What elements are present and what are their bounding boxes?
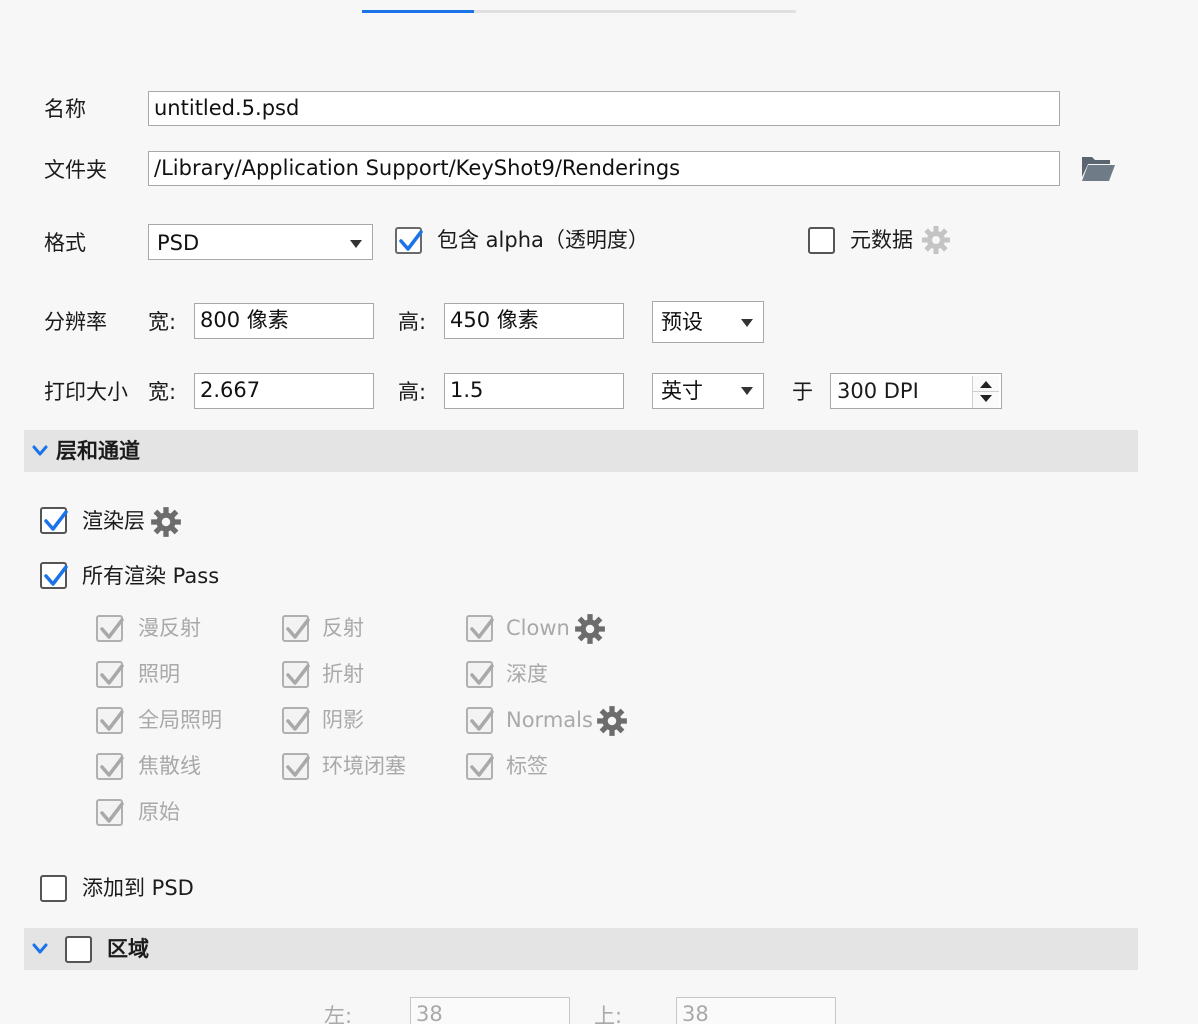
width-input[interactable]: 800 像素 (194, 303, 374, 339)
dpi-spinner[interactable]: 300 DPI (830, 373, 1002, 409)
chevron-down-icon[interactable] (32, 943, 48, 955)
tab-active-indicator[interactable] (362, 10, 474, 13)
pass-checkbox[interactable] (96, 615, 124, 642)
pass-checkbox[interactable] (282, 661, 310, 688)
pass-label-shadow: 阴影 (322, 708, 364, 732)
folder-label: 文件夹 (44, 158, 107, 182)
region-top-input[interactable]: 38 (676, 997, 836, 1024)
pass-label-normals: Normals (506, 708, 593, 732)
stepper-up-icon[interactable] (980, 381, 992, 388)
all-passes-checkbox[interactable] (40, 562, 68, 589)
pass-checkbox[interactable] (282, 615, 310, 642)
pass-label-raw: 原始 (138, 800, 180, 824)
dpi-stepper-buttons[interactable] (972, 376, 999, 408)
region-section-header[interactable]: 区域 (24, 928, 1138, 970)
metadata-gear-icon[interactable] (920, 224, 952, 256)
pass-label-depth: 深度 (506, 662, 548, 686)
width-label: 宽: (148, 310, 177, 334)
chevron-down-icon[interactable] (32, 445, 48, 457)
chevron-down-icon (350, 240, 362, 248)
unit-select-value: 英寸 (661, 379, 703, 403)
pass-label-caustics: 焦散线 (138, 754, 201, 778)
alpha-label: 包含 alpha（透明度） (437, 228, 649, 252)
pass-checkbox[interactable] (96, 707, 124, 734)
stepper-down-icon[interactable] (980, 395, 992, 402)
alpha-checkbox[interactable] (395, 227, 423, 254)
pass-checkbox[interactable] (466, 615, 494, 642)
at-label: 于 (792, 380, 813, 404)
preset-label: 预设 (661, 310, 703, 334)
metadata-checkbox[interactable] (808, 227, 835, 254)
metadata-label: 元数据 (850, 228, 913, 252)
pass-label-labels: 标签 (506, 754, 548, 778)
pass-checkbox[interactable] (282, 753, 310, 780)
format-select[interactable]: PSD (148, 224, 373, 260)
preset-dropdown[interactable]: 预设 (652, 301, 764, 343)
pass-checkbox[interactable] (282, 707, 310, 734)
height-label: 高: (398, 310, 427, 334)
render-layers-checkbox[interactable] (40, 507, 68, 534)
resolution-label: 分辨率 (44, 310, 107, 334)
print-width-label: 宽: (148, 380, 177, 404)
print-height-input[interactable]: 1.5 (444, 373, 624, 409)
pass-label-diffuse: 漫反射 (138, 616, 201, 640)
format-select-value: PSD (157, 231, 200, 255)
region-checkbox[interactable] (65, 936, 92, 963)
folder-input[interactable]: /Library/Application Support/KeyShot9/Re… (148, 151, 1060, 186)
pass-checkbox[interactable] (96, 753, 124, 780)
format-label: 格式 (44, 231, 86, 255)
add-to-psd-checkbox[interactable] (40, 875, 67, 902)
normals-gear-icon[interactable] (595, 704, 629, 738)
region-section-title: 区域 (107, 937, 149, 961)
pass-label-global-illumination: 全局照明 (138, 708, 222, 732)
pass-label-refraction: 折射 (322, 662, 364, 686)
print-size-label: 打印大小 (44, 380, 128, 404)
print-height-label: 高: (398, 380, 427, 404)
pass-label-ambient-occlusion: 环境闭塞 (322, 754, 406, 778)
pass-label-clown: Clown (506, 616, 570, 640)
layers-section-title: 层和通道 (56, 439, 140, 463)
add-to-psd-label: 添加到 PSD (82, 876, 194, 900)
height-input[interactable]: 450 像素 (444, 303, 624, 339)
region-left-label: 左: (324, 1004, 353, 1024)
unit-select[interactable]: 英寸 (652, 373, 764, 409)
chevron-down-icon (741, 387, 753, 395)
clown-gear-icon[interactable] (573, 612, 607, 646)
pass-checkbox[interactable] (466, 753, 494, 780)
pass-checkbox[interactable] (96, 661, 124, 688)
pass-label-reflection: 反射 (322, 616, 364, 640)
chevron-down-icon (741, 319, 753, 327)
render-layers-label: 渲染层 (82, 509, 145, 533)
pass-checkbox[interactable] (96, 799, 124, 826)
dpi-value: 300 DPI (837, 379, 919, 403)
folder-browse-icon[interactable] (1080, 153, 1116, 183)
pass-checkbox[interactable] (466, 707, 494, 734)
all-passes-label: 所有渲染 Pass (82, 564, 220, 588)
render-layers-gear-icon[interactable] (149, 505, 183, 539)
name-label: 名称 (44, 97, 86, 121)
name-input[interactable]: untitled.5.psd (148, 91, 1060, 126)
print-width-input[interactable]: 2.667 (194, 373, 374, 409)
pass-label-lighting: 照明 (138, 662, 180, 686)
pass-checkbox[interactable] (466, 661, 494, 688)
stepper-divider (973, 391, 999, 392)
region-top-label: 上: (594, 1004, 623, 1024)
region-left-input[interactable]: 38 (410, 997, 570, 1024)
layers-section-header[interactable]: 层和通道 (24, 430, 1138, 472)
